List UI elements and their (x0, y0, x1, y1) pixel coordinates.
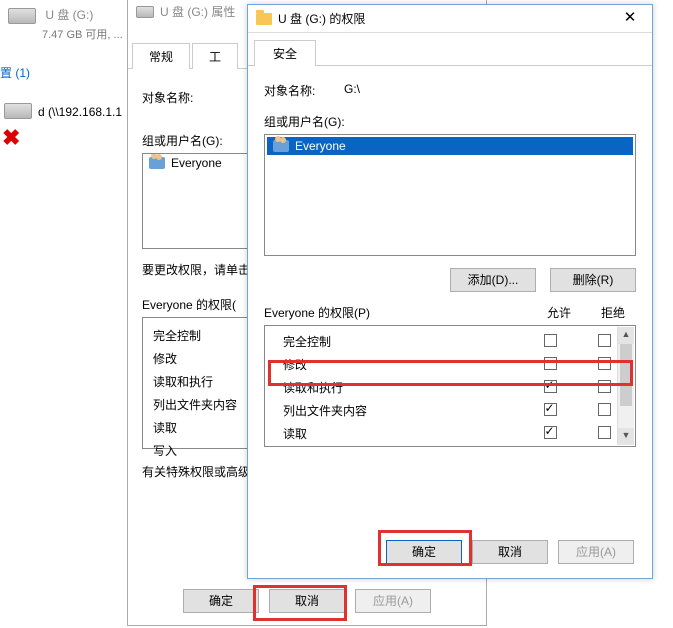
cancel-button[interactable]: 取消 (472, 540, 548, 564)
user-everyone: Everyone (295, 139, 346, 153)
apply-button: 应用(A) (558, 540, 634, 564)
allow-checkbox[interactable] (544, 357, 557, 370)
perm-name: 修改 (283, 356, 519, 373)
col-allow-header: 允许 (528, 304, 590, 321)
group-user-label: 组或用户名(G): (264, 113, 636, 130)
permissions-table: 完全控制修改读取和执行列出文件夹内容读取 ▲ ▼ (264, 325, 636, 447)
permissions-window: U 盘 (G:) 的权限 ✕ 安全 对象名称: G:\ 组或用户名(G): Ev… (247, 4, 653, 579)
allow-checkbox[interactable] (544, 403, 557, 416)
deny-checkbox[interactable] (598, 403, 611, 416)
perm-name: 读取 (283, 425, 519, 442)
drive-label[interactable]: U 盘 (G:) (45, 8, 93, 22)
apply-button: 应用(A) (355, 589, 431, 613)
perm-name: 列出文件夹内容 (283, 402, 519, 419)
tab-general[interactable]: 常规 (132, 43, 190, 69)
perm-row: 列出文件夹内容 (265, 399, 635, 422)
scroll-down-icon[interactable]: ▼ (618, 428, 634, 445)
perm-header: Everyone 的权限(P) (264, 304, 528, 321)
remove-button[interactable]: 删除(R) (550, 268, 636, 292)
scroll-thumb[interactable] (620, 344, 632, 406)
perm-row: 修改 (265, 353, 635, 376)
scroll-up-icon[interactable]: ▲ (618, 327, 634, 344)
tab-security[interactable]: 安全 (254, 40, 316, 66)
user-everyone: Everyone (171, 156, 222, 170)
network-drive-icon (4, 103, 32, 119)
list-item-selected[interactable]: Everyone (267, 137, 633, 155)
allow-checkbox[interactable] (544, 426, 557, 439)
network-drive-label[interactable]: d (\\192.168.1.1 (38, 105, 122, 119)
scrollbar[interactable]: ▲ ▼ (617, 327, 634, 445)
allow-checkbox[interactable] (544, 380, 557, 393)
perm-name: 完全控制 (283, 333, 519, 350)
deny-checkbox[interactable] (598, 357, 611, 370)
perm-name: 读取和执行 (283, 379, 519, 396)
col-deny-header: 拒绝 (590, 304, 636, 321)
deny-checkbox[interactable] (598, 334, 611, 347)
tab-tools[interactable]: 工 (192, 43, 238, 69)
object-name-label: 对象名称: (264, 82, 344, 99)
users-listbox[interactable]: Everyone (264, 134, 636, 256)
drive-icon (136, 6, 154, 18)
properties-title: U 盘 (G:) 属性 (160, 3, 235, 20)
error-x-icon: ✖ (2, 125, 32, 151)
deny-checkbox[interactable] (598, 380, 611, 393)
ok-button[interactable]: 确定 (183, 589, 259, 613)
perm-row: 读取 (265, 422, 635, 445)
object-name-value: G:\ (344, 82, 360, 99)
allow-checkbox[interactable] (544, 334, 557, 347)
cancel-button[interactable]: 取消 (269, 589, 345, 613)
users-icon (149, 157, 165, 169)
drive-icon (8, 8, 36, 24)
add-button[interactable]: 添加(D)... (450, 268, 536, 292)
perm-row: 读取和执行 (265, 376, 635, 399)
close-button[interactable]: ✕ (610, 5, 650, 33)
ok-button[interactable]: 确定 (386, 540, 462, 564)
folder-icon (256, 13, 272, 25)
users-icon (273, 140, 289, 152)
deny-checkbox[interactable] (598, 426, 611, 439)
permissions-title: U 盘 (G:) 的权限 (278, 10, 610, 27)
perm-row: 完全控制 (265, 330, 635, 353)
